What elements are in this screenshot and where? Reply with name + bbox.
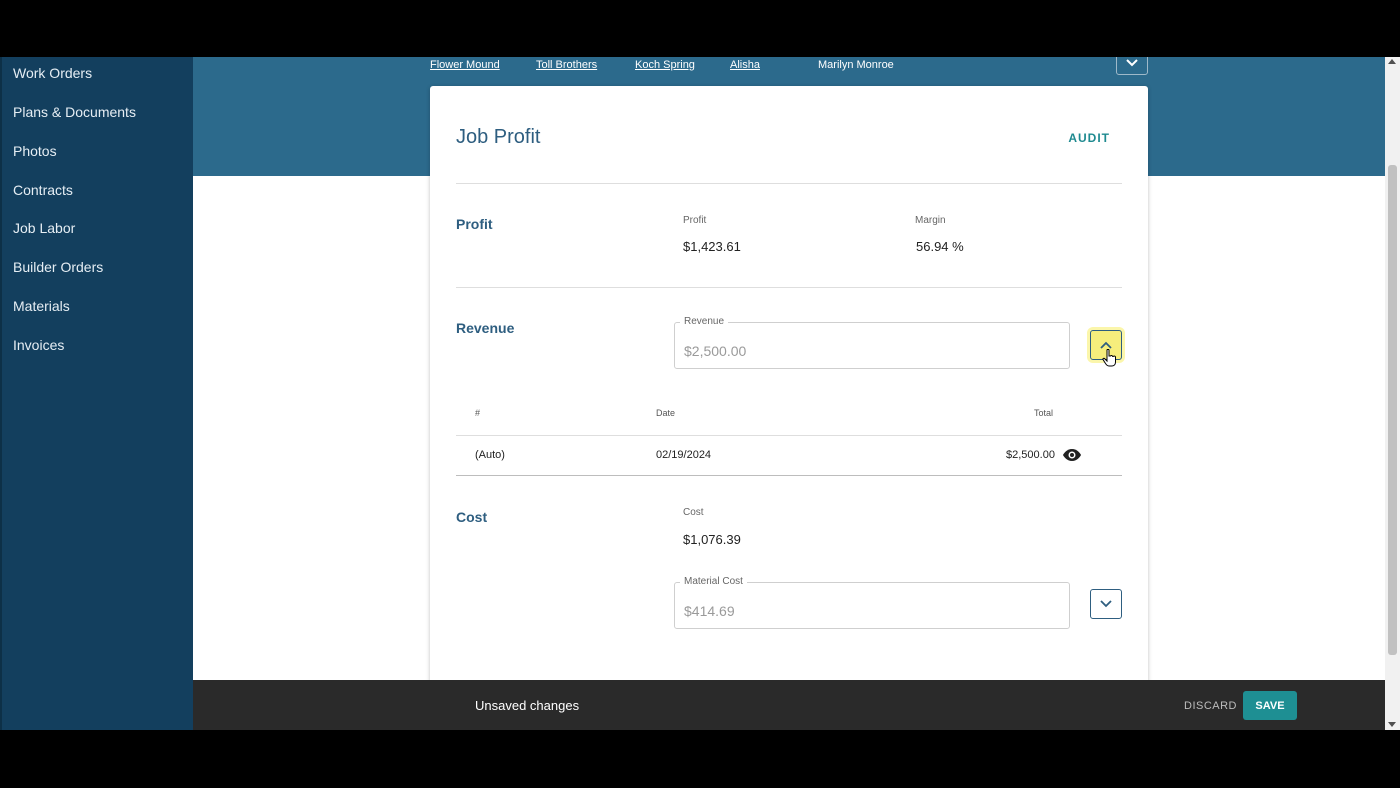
sidebar-item-photos[interactable]: Photos: [13, 143, 57, 159]
unsaved-changes-bar: Unsaved changes DISCARD SAVE: [193, 680, 1385, 730]
scrollbar[interactable]: [1385, 57, 1400, 730]
hand-cursor-icon: [1102, 349, 1116, 367]
revenue-row-num: (Auto): [475, 449, 505, 461]
margin-label: Margin: [915, 215, 946, 226]
discard-button[interactable]: DISCARD: [1184, 700, 1237, 712]
cost-label: Cost: [683, 507, 704, 518]
revenue-field-value: $2,500.00: [684, 343, 747, 359]
audit-button[interactable]: AUDIT: [1068, 131, 1110, 145]
header-expand-button[interactable]: [1116, 57, 1148, 75]
revenue-table-header-total: Total: [1034, 408, 1054, 418]
breadcrumb-koch-spring[interactable]: Koch Spring: [635, 59, 695, 71]
sidebar-item-work-orders[interactable]: Work Orders: [13, 65, 92, 81]
cost-section-title: Cost: [456, 509, 488, 525]
eye-icon[interactable]: [1062, 448, 1082, 462]
profit-label: Profit: [683, 215, 707, 226]
app-screen: Work Orders Plans & Documents Photos Con…: [0, 57, 1400, 730]
revenue-table-header-num: #: [475, 408, 481, 418]
revenue-section-title: Revenue: [456, 320, 515, 336]
material-cost-expand-button[interactable]: [1090, 589, 1122, 619]
profit-section-title: Profit: [456, 216, 493, 232]
cost-value: $1,076.39: [683, 532, 741, 547]
profit-value: $1,423.61: [683, 239, 741, 254]
sidebar-item-materials[interactable]: Materials: [13, 298, 70, 314]
material-cost-field-label: Material Cost: [680, 576, 747, 587]
scroll-up-arrow-icon[interactable]: [1388, 59, 1396, 64]
page-title: Job Profit: [456, 126, 541, 148]
material-cost-field[interactable]: Material Cost $414.69: [674, 576, 1070, 629]
revenue-row-total: $2,500.00: [1006, 449, 1055, 461]
scroll-down-arrow-icon[interactable]: [1388, 722, 1396, 727]
breadcrumb-alisha[interactable]: Alisha: [730, 59, 760, 71]
sidebar: Work Orders Plans & Documents Photos Con…: [0, 57, 193, 730]
breadcrumb-flower-mound[interactable]: Flower Mound: [430, 59, 500, 71]
divider: [456, 287, 1122, 288]
margin-value: 56.94 %: [916, 239, 964, 254]
sidebar-item-contracts[interactable]: Contracts: [13, 182, 73, 198]
sidebar-item-invoices[interactable]: Invoices: [13, 337, 64, 353]
revenue-field-label: Revenue: [680, 316, 729, 327]
unsaved-status-text: Unsaved changes: [475, 698, 580, 713]
sidebar-item-builder-orders[interactable]: Builder Orders: [13, 259, 103, 275]
revenue-table-header-date: Date: [656, 408, 676, 418]
save-button[interactable]: SAVE: [1243, 691, 1297, 720]
chevron-down-icon: [1100, 600, 1112, 608]
user-name: Marilyn Monroe: [818, 59, 894, 71]
job-profit-card: Job Profit AUDIT Profit Profit $1,423.61…: [430, 86, 1148, 730]
sidebar-item-plans-documents[interactable]: Plans & Documents: [13, 104, 136, 120]
breadcrumb-toll-brothers[interactable]: Toll Brothers: [536, 59, 597, 71]
chevron-down-icon: [1126, 59, 1138, 67]
scroll-thumb[interactable]: [1388, 165, 1397, 655]
table-divider: [456, 435, 1122, 436]
revenue-field[interactable]: Revenue $2,500.00: [674, 316, 1070, 369]
material-cost-field-value: $414.69: [684, 603, 735, 619]
sidebar-item-job-labor[interactable]: Job Labor: [13, 220, 75, 236]
chevron-up-icon: [1100, 341, 1112, 349]
divider: [456, 475, 1122, 476]
divider: [456, 183, 1122, 184]
revenue-row-date: 02/19/2024: [656, 449, 712, 461]
